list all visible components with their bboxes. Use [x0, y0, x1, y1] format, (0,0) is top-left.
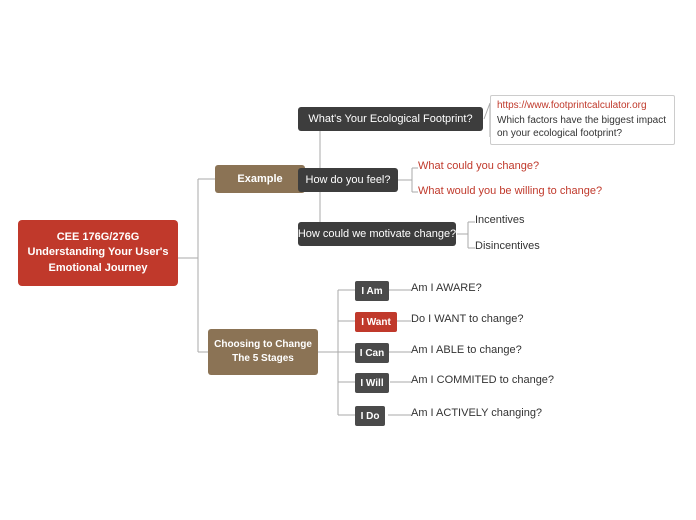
disincentives-node: Disincentives [475, 240, 540, 252]
example-label: Example [237, 173, 282, 185]
i-do-question: Am I ACTIVELY changing? [411, 407, 542, 419]
motivate-node: How could we motivate change? [298, 222, 456, 246]
footprint-node: What's Your Ecological Footprint? [298, 107, 483, 131]
choosing-node: Choosing to Change The 5 Stages [208, 329, 318, 375]
url-box: https://www.footprintcalculator.org Whic… [490, 95, 675, 145]
url-question: Which factors have the biggest impact on… [497, 114, 668, 140]
i-am-node: I Am [355, 281, 389, 301]
url-link[interactable]: https://www.footprintcalculator.org [497, 100, 668, 111]
willing-change-node: What would you be willing to change? [418, 185, 602, 197]
i-will-node: I Will [355, 373, 389, 393]
i-am-question: Am I AWARE? [411, 282, 482, 294]
root-line2: Understanding Your User's [28, 245, 169, 260]
root-node: CEE 176G/276G Understanding Your User's … [18, 220, 178, 286]
i-want-node: I Want [355, 312, 397, 332]
feel-node: How do you feel? [298, 168, 398, 192]
motivate-label: How could we motivate change? [298, 228, 456, 240]
canvas: CEE 176G/276G Understanding Your User's … [0, 0, 696, 520]
choosing-line2: The 5 Stages [232, 352, 294, 366]
what-change-node: What could you change? [418, 160, 539, 172]
i-will-label: I Will [360, 378, 383, 389]
i-want-question: Do I WANT to change? [411, 313, 524, 325]
example-node: Example [215, 165, 305, 193]
i-am-label: I Am [361, 286, 382, 297]
i-do-label: I Do [361, 411, 380, 422]
incentives-node: Incentives [475, 214, 525, 226]
i-will-question: Am I COMMITED to change? [411, 374, 554, 386]
footprint-label: What's Your Ecological Footprint? [308, 113, 472, 125]
i-can-label: I Can [360, 348, 384, 359]
root-line1: CEE 176G/276G [28, 230, 169, 245]
i-can-node: I Can [355, 343, 389, 363]
i-can-question: Am I ABLE to change? [411, 344, 522, 356]
i-want-label: I Want [361, 317, 391, 328]
feel-label: How do you feel? [306, 174, 391, 186]
i-do-node: I Do [355, 406, 385, 426]
choosing-line1: Choosing to Change [214, 338, 312, 352]
root-line3: Emotional Journey [28, 261, 169, 276]
